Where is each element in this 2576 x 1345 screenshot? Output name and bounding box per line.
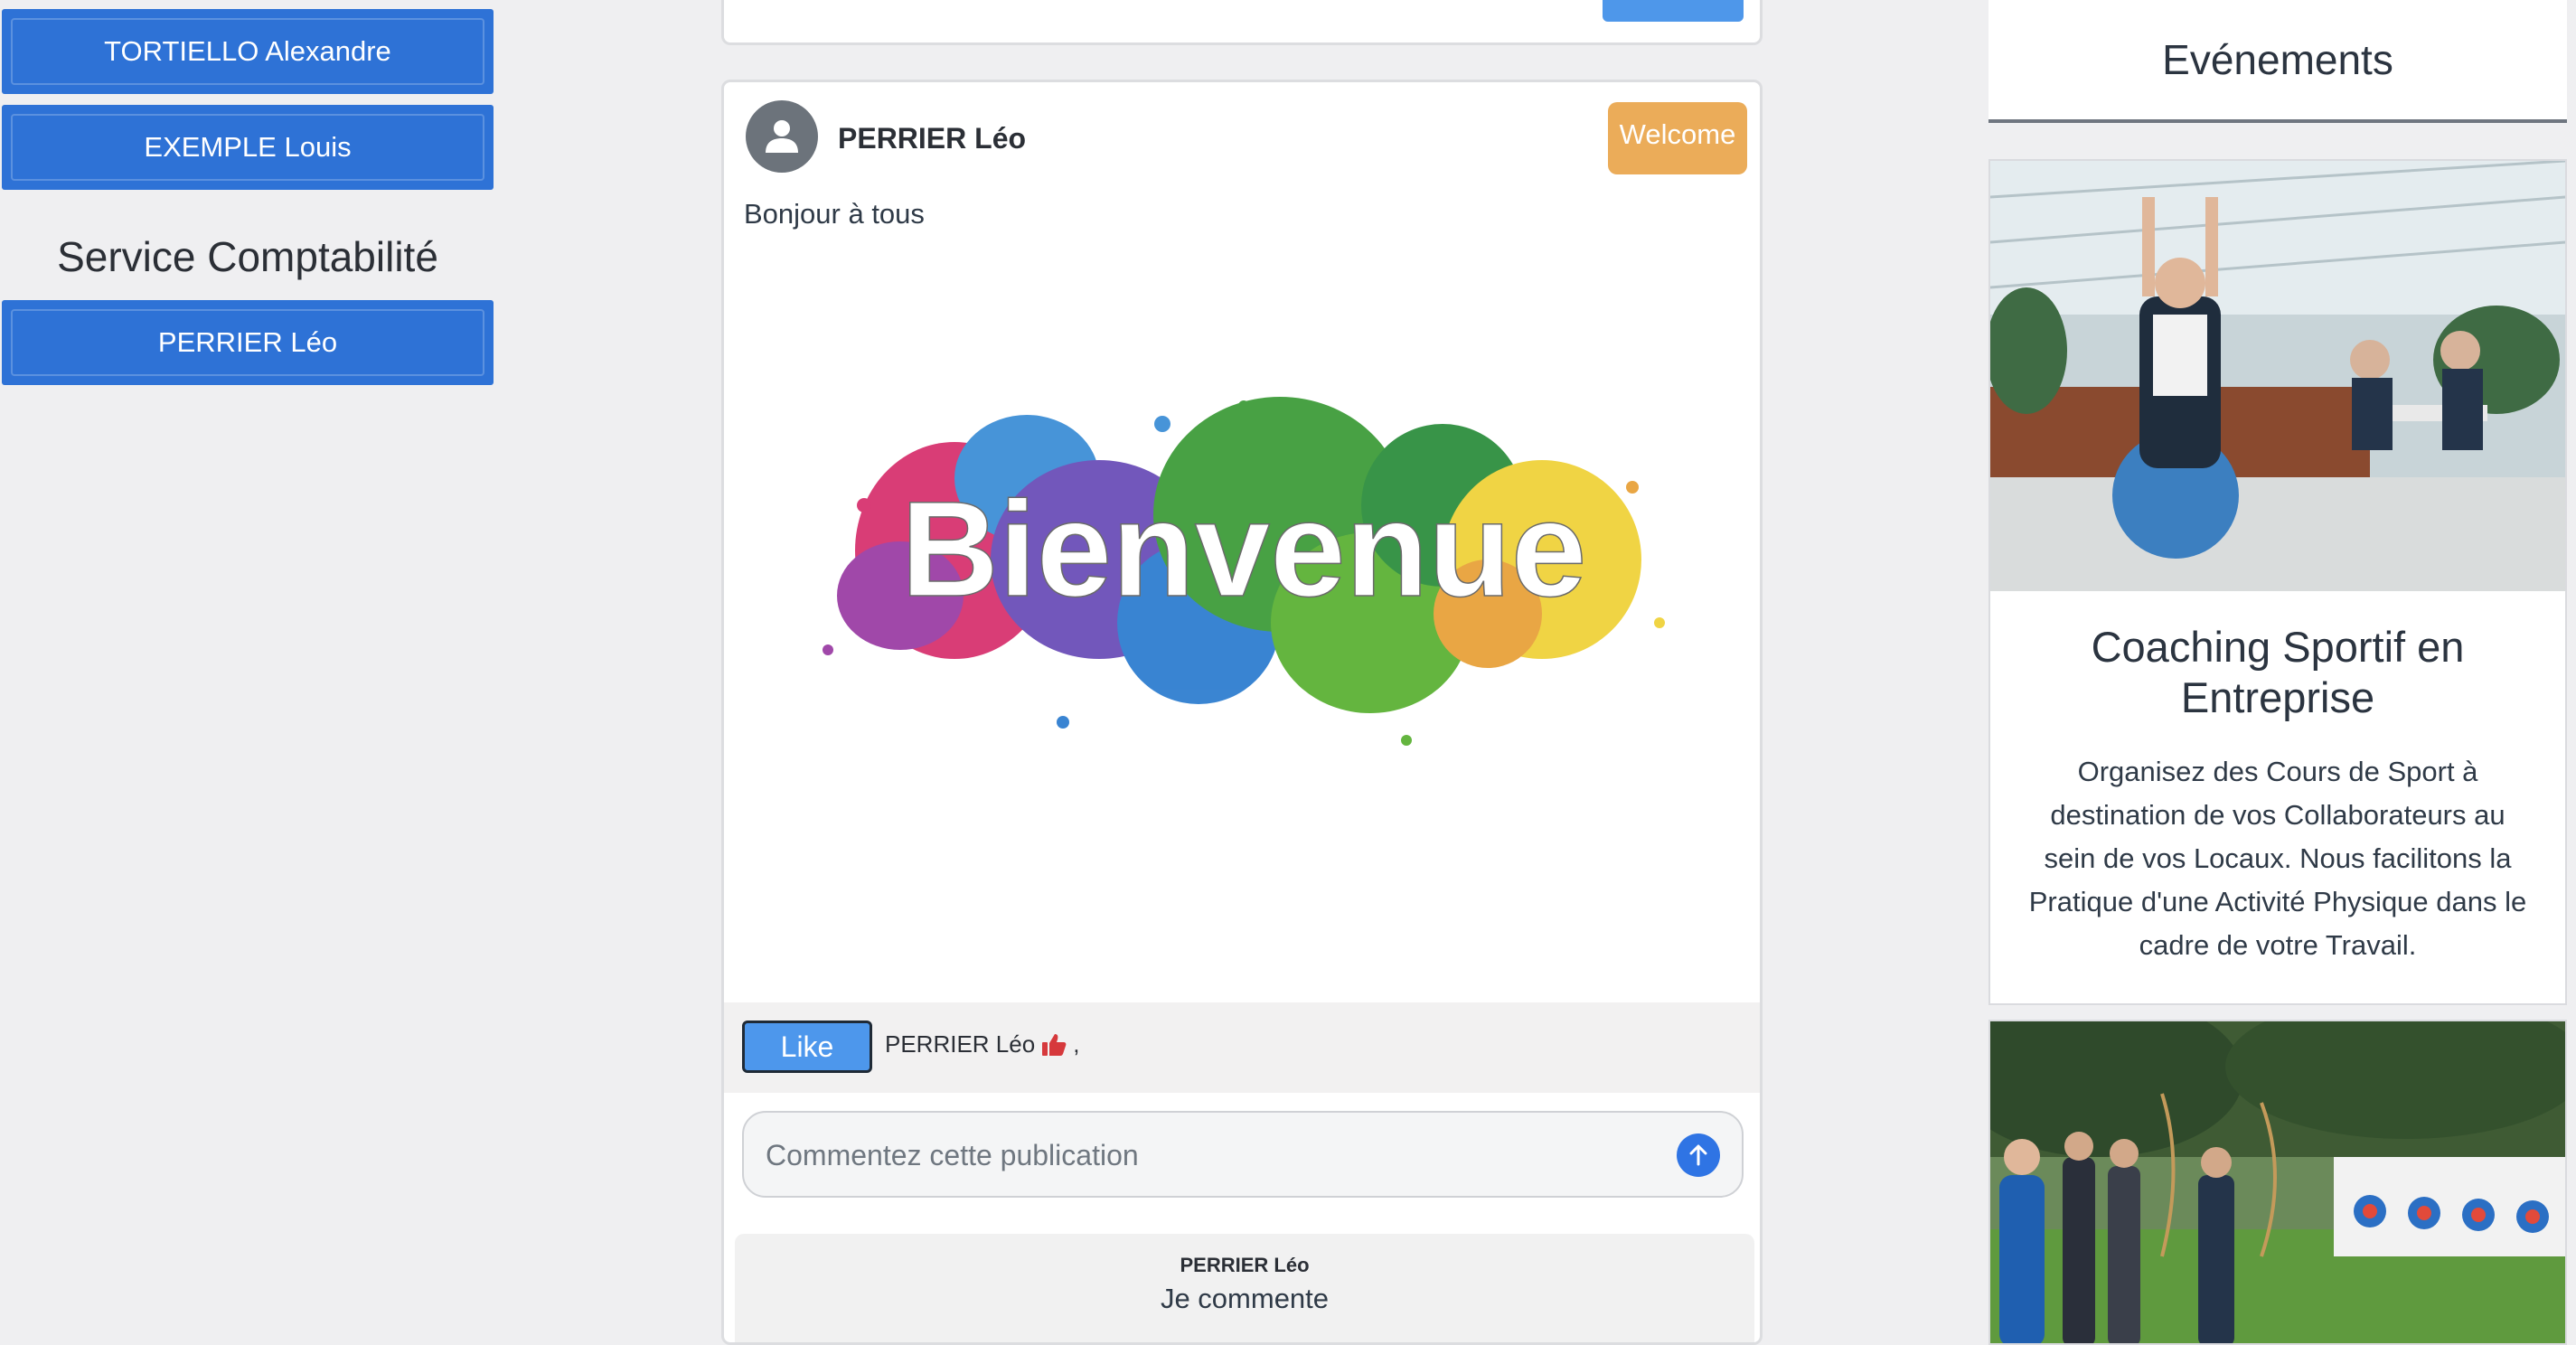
person-button-tortiello[interactable]: TORTIELLO Alexandre — [2, 9, 494, 94]
liker-name[interactable]: PERRIER Léo — [885, 1030, 1035, 1058]
person-button-label: EXEMPLE Louis — [144, 131, 352, 163]
avatar[interactable] — [746, 100, 818, 173]
like-button[interactable]: Like — [742, 1021, 872, 1073]
events-title: Evénements — [2162, 36, 2393, 83]
previous-post-card — [721, 0, 1763, 45]
event-description: Organisez des Cours de Sport à destinati… — [2028, 756, 2527, 961]
event-card[interactable] — [1988, 1020, 2567, 1345]
comment-input[interactable] — [764, 1113, 1635, 1198]
welcome-image: Bienvenue — [823, 397, 1665, 746]
person-button-label: PERRIER Léo — [157, 326, 338, 358]
event-title: Coaching Sportif en Entreprise — [2091, 623, 2465, 721]
arrow-up-icon — [1689, 1144, 1707, 1166]
event-image — [1990, 1021, 2565, 1343]
events-header: Evénements — [1988, 0, 2567, 123]
person-button-perrier[interactable]: PERRIER Léo — [2, 300, 494, 385]
thumbs-up-icon — [1042, 1033, 1067, 1056]
previous-post-button[interactable] — [1603, 0, 1744, 22]
person-button-label: TORTIELLO Alexandre — [104, 35, 391, 67]
event-image — [1990, 161, 2565, 591]
like-bar: Like PERRIER Léo , — [724, 1002, 1760, 1093]
department-title: Service Comptabilité — [57, 233, 438, 280]
likers-list: PERRIER Léo , — [885, 1030, 1079, 1058]
post-tag-badge: Welcome — [1608, 102, 1747, 174]
post-text: Bonjour à tous — [744, 198, 925, 230]
event-card[interactable]: Coaching Sportif en Entreprise Organisez… — [1988, 159, 2567, 1005]
send-comment-button[interactable] — [1677, 1133, 1720, 1177]
user-icon — [766, 120, 798, 153]
comment-text: Je commente — [1160, 1283, 1330, 1314]
comment-item: PERRIER Léo Je commente — [735, 1234, 1754, 1342]
comment-author[interactable]: PERRIER Léo — [735, 1254, 1754, 1277]
post-card: PERRIER Léo Welcome Bonjour à tous Bienv… — [721, 80, 1763, 1345]
likers-separator: , — [1073, 1030, 1080, 1058]
welcome-image-text: Bienvenue — [901, 473, 1587, 625]
post-author[interactable]: PERRIER Léo — [838, 122, 1026, 155]
comment-box — [742, 1111, 1744, 1198]
person-button-exemple[interactable]: EXEMPLE Louis — [2, 105, 494, 190]
